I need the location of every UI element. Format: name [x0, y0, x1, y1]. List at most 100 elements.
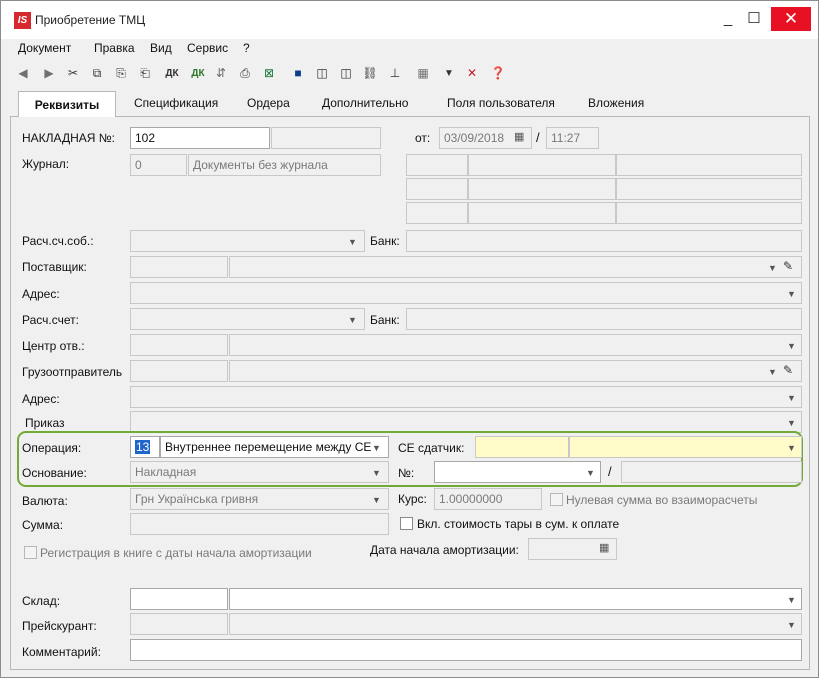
chevron-down-icon[interactable]: ▼ [586, 468, 595, 478]
calendar-icon[interactable]: ▦ [599, 541, 609, 554]
chevron-down-icon[interactable]: ▼ [787, 289, 796, 299]
save-icon[interactable]: ■ [290, 65, 306, 82]
paste-special-icon[interactable]: ⎗ [137, 65, 153, 82]
chevron-down-icon[interactable]: ▼ [372, 495, 381, 505]
invoice-suffix-input[interactable] [271, 127, 381, 149]
resp-center-code-input[interactable] [130, 334, 228, 356]
tab-orders[interactable]: Ордера [247, 96, 290, 110]
journal-code-input[interactable]: 0 [130, 154, 187, 176]
chevron-down-icon[interactable]: ▼ [787, 418, 796, 428]
pencil-icon[interactable]: ✎ [783, 259, 793, 273]
filter-icon[interactable]: ▼ [441, 65, 457, 82]
columns-icon[interactable]: ◫ [314, 65, 330, 82]
tax-icon[interactable]: ⇵ [213, 65, 229, 82]
menu-edit[interactable]: Правка [94, 41, 135, 55]
supplier-select[interactable] [229, 256, 802, 278]
maximize-button[interactable]: ☐ [742, 8, 766, 30]
grid-icon[interactable]: ▦ [415, 65, 431, 82]
pricelist-select[interactable] [229, 613, 802, 635]
sum-label: Сумма: [22, 518, 64, 532]
pencil-icon[interactable]: ✎ [783, 363, 793, 377]
cut-icon[interactable]: ✂ [65, 65, 81, 82]
columns2-icon[interactable]: ◫ [338, 65, 354, 82]
bank-input[interactable] [406, 230, 802, 252]
dk-arrow-icon[interactable]: ДК [187, 65, 209, 82]
chevron-down-icon[interactable]: ▼ [348, 315, 357, 325]
zero-sum-label: Нулевая сумма во взаиморасчеты [566, 493, 758, 507]
chevron-down-icon[interactable]: ▼ [348, 237, 357, 247]
chevron-down-icon[interactable]: ▼ [768, 263, 777, 273]
menu-document[interactable]: Документ [18, 41, 71, 55]
supplier-code-input[interactable] [130, 256, 228, 278]
warehouse-code-input[interactable] [130, 588, 228, 610]
comment-input[interactable] [130, 639, 802, 661]
account-select[interactable] [130, 308, 365, 330]
chevron-down-icon[interactable]: ▼ [768, 367, 777, 377]
rate-input[interactable]: 1.00000000 [434, 488, 542, 510]
menu-help[interactable]: ? [243, 41, 250, 55]
own-account-select[interactable] [130, 230, 365, 252]
operation-code: 13 [135, 440, 151, 454]
se-sender-code-input[interactable] [475, 436, 569, 458]
excel-icon[interactable]: ⊠ [261, 65, 277, 82]
resp-center-select[interactable] [229, 334, 802, 356]
dk-icon[interactable]: ДК [161, 65, 183, 82]
order-label: Приказ [25, 416, 65, 430]
menu-view[interactable]: Вид [150, 41, 172, 55]
tare-checkbox[interactable] [400, 517, 413, 530]
operation-code-input[interactable]: 13 [130, 436, 160, 458]
close-button[interactable]: ✕ [771, 7, 811, 31]
chevron-down-icon[interactable]: ▼ [372, 468, 381, 478]
basis-extra-input[interactable] [621, 461, 802, 483]
amort-registration-checkbox[interactable] [24, 546, 37, 559]
invoice-number-input[interactable]: 102 [130, 127, 270, 149]
calendar-icon[interactable]: ▦ [514, 130, 524, 143]
consignee-select[interactable] [229, 360, 802, 382]
paste-icon[interactable]: ⎘ [113, 65, 129, 82]
operation-select[interactable]: Внутреннее перемещение между СЕ [160, 436, 389, 458]
consignee-code-input[interactable] [130, 360, 228, 382]
grid-cell [616, 154, 802, 176]
link-icon[interactable]: ⛓ [362, 65, 378, 82]
sum-input[interactable] [130, 513, 389, 535]
tab-attachments[interactable]: Вложения [588, 96, 644, 110]
time-input[interactable]: 11:27 [546, 127, 599, 149]
copy-icon[interactable]: ⧉ [89, 65, 105, 82]
menu-service[interactable]: Сервис [187, 41, 228, 55]
tab-user-fields[interactable]: Поля пользователя [447, 96, 555, 110]
forward-icon[interactable]: ▶ [41, 65, 57, 82]
chevron-down-icon[interactable]: ▼ [372, 443, 381, 453]
order-select[interactable] [130, 411, 802, 433]
basis-label: Основание: [22, 466, 87, 480]
basis-select[interactable]: Накладная [130, 461, 389, 483]
minimize-button[interactable]: _ [716, 8, 740, 30]
chevron-down-icon[interactable]: ▼ [787, 341, 796, 351]
chevron-down-icon[interactable]: ▼ [787, 620, 796, 630]
tab-additional[interactable]: Дополнительно [322, 96, 408, 110]
address2-select[interactable] [130, 386, 802, 408]
chevron-down-icon[interactable]: ▼ [787, 443, 796, 453]
address-select[interactable] [130, 282, 802, 304]
title-bar[interactable]: IS Приобретение ТМЦ _ ☐ ✕ [1, 1, 818, 39]
print-icon[interactable]: ⎙ [237, 65, 253, 82]
bank2-input[interactable] [406, 308, 802, 330]
basis-number-label: №: [398, 466, 415, 480]
chevron-down-icon[interactable]: ▼ [787, 393, 796, 403]
warehouse-select[interactable] [229, 588, 802, 610]
grid-cell [406, 202, 468, 224]
chevron-down-icon[interactable]: ▼ [787, 595, 796, 605]
warehouse-label: Склад: [22, 594, 61, 608]
tree-icon[interactable]: ⊥ [387, 65, 403, 82]
tab-specification[interactable]: Спецификация [134, 96, 218, 110]
basis-number-select[interactable] [434, 461, 601, 483]
own-account-label: Расч.сч.соб.: [22, 234, 94, 248]
clear-filter-icon[interactable]: ✕ [464, 65, 480, 82]
journal-name-input[interactable]: Документы без журнала [188, 154, 381, 176]
currency-select[interactable]: Грн Українська гривня [130, 488, 389, 510]
pricelist-code-input[interactable] [130, 613, 228, 635]
back-icon[interactable]: ◀ [15, 65, 31, 82]
help-icon[interactable]: ❓ [490, 65, 506, 82]
se-sender-select[interactable] [569, 436, 802, 458]
zero-sum-checkbox[interactable] [550, 493, 563, 506]
tab-requisites[interactable]: Реквизиты [18, 91, 116, 118]
